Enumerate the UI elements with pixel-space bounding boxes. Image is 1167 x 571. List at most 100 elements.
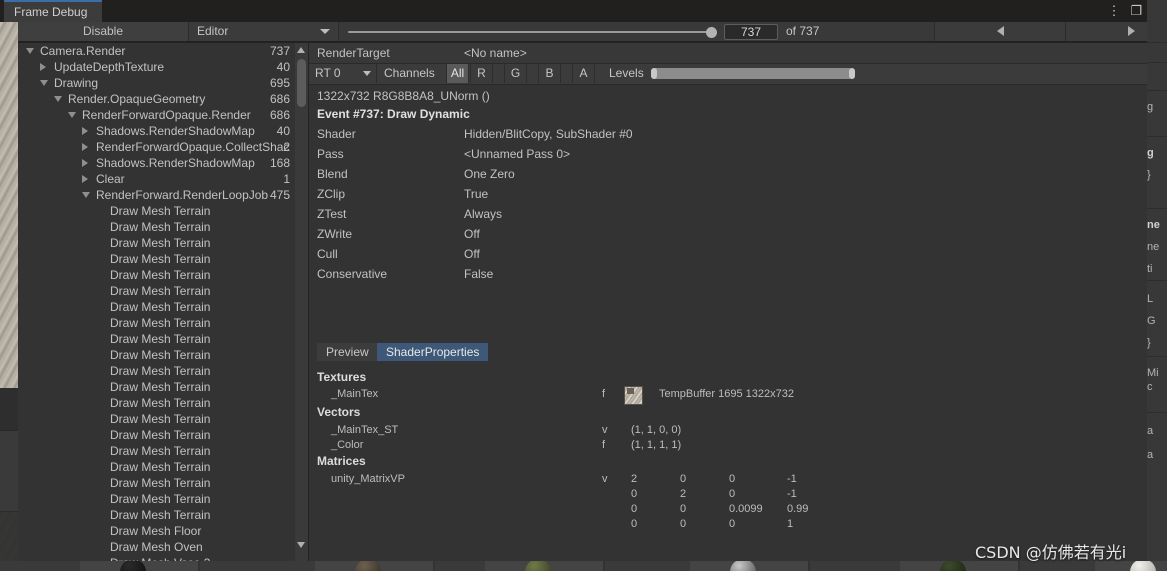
levels-slider-track[interactable] [653,68,851,79]
event-index-input[interactable]: 737 [724,24,778,40]
chevron-right-icon[interactable] [82,175,88,183]
scroll-down-arrow-icon[interactable] [297,542,305,548]
tree-row-label: RenderForwardOpaque.Render [82,108,251,122]
tree-row[interactable]: RenderForwardOpaque.Render 686 [18,107,308,123]
chevron-right-icon[interactable] [82,143,88,151]
tab-frame-debug[interactable]: Frame Debug [4,0,102,22]
tree-row-label: Draw Mesh Terrain [110,428,211,442]
render-target-format: 1322x732 R8G8B8A8_UNorm () [317,89,490,103]
tree-row[interactable]: Draw Mesh Terrain [18,267,308,283]
tree-row[interactable]: Draw Mesh Terrain [18,491,308,507]
tree-row[interactable]: Draw Mesh Floor [18,523,308,539]
tree-row[interactable]: Draw Mesh Terrain [18,331,308,347]
tab-preview[interactable]: Preview [317,343,378,361]
prev-event-button[interactable] [934,22,1065,41]
property-value: <Unnamed Pass 0> [464,147,571,161]
tree-row[interactable]: Drawing 695 [18,75,308,91]
tree-row[interactable]: Draw Mesh Terrain [18,299,308,315]
chevron-down-icon[interactable] [82,192,90,198]
tree-row[interactable]: UpdateDepthTexture 40 [18,59,308,75]
channel-button-r[interactable]: R [470,64,493,83]
rt-select-dropdown[interactable]: RT 0 [309,64,377,83]
property-key: Cull [317,247,338,261]
tree-row[interactable]: Draw Mesh Terrain [18,347,308,363]
vector-type: v [602,424,608,436]
matrix-name: unity_MatrixVP [331,473,405,485]
background-divider [1147,280,1167,281]
tree-row[interactable]: RenderForward.RenderLoopJob 475 [18,187,308,203]
channel-button-a[interactable]: A [572,64,595,83]
tree-row[interactable]: Draw Mesh Terrain [18,251,308,267]
property-value: One Zero [464,167,515,181]
tree-row[interactable]: Shadows.RenderShadowMap 40 [18,123,308,139]
event-slider-knob[interactable] [706,27,717,38]
tab-shader-properties[interactable]: ShaderProperties [377,343,489,361]
tree-row-label: Draw Mesh Floor [110,524,202,538]
property-value: False [464,267,494,281]
tree-row[interactable]: Render.OpaqueGeometry 686 [18,91,308,107]
channel-button-g[interactable]: G [504,64,527,83]
tree-row-label: Draw Mesh Terrain [110,396,211,410]
channel-button-b[interactable]: B [538,64,561,83]
tree-row[interactable]: Draw Mesh Terrain [18,411,308,427]
tree-row[interactable]: Clear 1 [18,171,308,187]
chevron-down-icon[interactable] [26,48,34,54]
maximize-icon[interactable]: ❐ [1130,4,1142,18]
property-key: Blend [317,167,348,181]
property-key: Conservative [317,267,388,281]
tree-row[interactable]: Draw Mesh Terrain [18,219,308,235]
target-dropdown[interactable]: Editor [189,22,339,41]
tree-row[interactable]: Draw Mesh Terrain [18,395,308,411]
matrix-cell: -1 [787,473,797,485]
tree-row[interactable]: Draw Mesh Terrain [18,459,308,475]
levels-handle-max[interactable] [849,68,855,79]
tree-row-label: RenderForward.RenderLoopJob [96,188,269,202]
texture-thumbnail-icon[interactable] [624,386,643,405]
matrix-cell: 0 [680,503,687,515]
levels-handle-min[interactable] [651,68,657,79]
tree-row[interactable]: Draw Mesh Terrain [18,235,308,251]
tree-row[interactable]: Camera.Render 737 [18,43,308,59]
tree-row-label: Draw Mesh Terrain [110,508,211,522]
textures-section-title: Textures [317,370,367,384]
tree-scrollbar-thumb[interactable] [297,59,306,107]
chevron-right-icon[interactable] [82,127,88,135]
scroll-up-arrow-icon[interactable] [297,47,305,53]
background-text-fragment: ne [1147,219,1160,231]
kebab-menu-icon[interactable]: ⋮ [1107,4,1120,18]
tree-row[interactable]: Draw Mesh Terrain [18,427,308,443]
tree-row[interactable]: Draw Mesh Oven [18,539,308,555]
tree-row[interactable]: Draw Mesh Terrain [18,443,308,459]
background-text-fragment: c [1147,381,1153,393]
matrix-cell: 0.0099 [729,503,763,515]
tree-row-count: 168 [269,156,290,170]
disable-button[interactable]: Disable [18,22,189,41]
chevron-down-icon[interactable] [68,112,76,118]
tree-row[interactable]: Draw Mesh Terrain [18,379,308,395]
chevron-down-icon[interactable] [54,96,62,102]
property-value: True [464,187,489,201]
background-text-fragment: L [1147,293,1154,305]
channel-button-all[interactable]: All [446,64,469,83]
tree-row[interactable]: RenderForwardOpaque.CollectShac 2 [18,139,308,155]
background-divider [1147,42,1167,43]
tree-row-label: Draw Mesh Terrain [110,268,211,282]
chevron-right-icon[interactable] [82,159,88,167]
background-text-fragment: } [1147,169,1151,181]
event-tree-panel[interactable]: Camera.Render 737 UpdateDepthTexture 40 Draw… [18,43,309,562]
event-slider[interactable] [348,22,720,41]
tree-row[interactable]: Draw Mesh Terrain [18,475,308,491]
tree-row[interactable]: Draw Mesh Terrain [18,283,308,299]
property-key: Pass [317,147,344,161]
chevron-down-icon[interactable] [40,80,48,86]
tree-row[interactable]: Draw Mesh Terrain [18,507,308,523]
tree-row[interactable]: Draw Mesh Terrain [18,315,308,331]
tree-row[interactable]: Shadows.RenderShadowMap 168 [18,155,308,171]
tree-row[interactable]: Draw Mesh Terrain [18,363,308,379]
tree-row[interactable]: Draw Mesh Terrain [18,203,308,219]
matrices-section-title: Matrices [317,454,366,468]
tree-scrollbar[interactable] [295,43,308,562]
chevron-right-icon[interactable] [40,63,46,71]
tree-row-label: Draw Mesh Terrain [110,444,211,458]
render-target-label: RenderTarget [317,46,390,60]
